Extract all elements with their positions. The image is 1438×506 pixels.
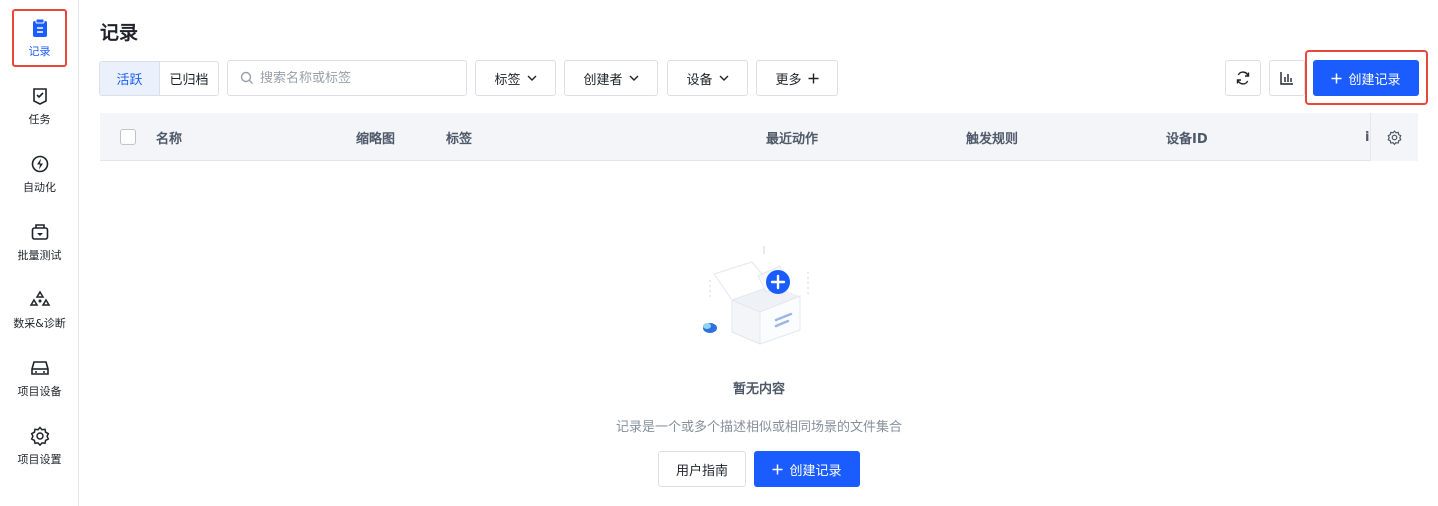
gear-icon	[1387, 129, 1402, 145]
column-header-tags: 标签	[446, 131, 473, 147]
create-record-button[interactable]: 创建记录	[1313, 60, 1419, 96]
more-filters-label: 更多	[775, 72, 802, 88]
sidebar: 记录 任务 自动化 批量测试 数采&诊断 项目设备 项目设置	[0, 0, 79, 506]
table-header: 名称 缩略图 标签 最近动作 触发规则 设备ID i	[100, 113, 1418, 161]
column-header-trigger-rule: 触发规则	[966, 131, 1019, 147]
page-title: 记录	[100, 22, 139, 44]
statistics-button[interactable]	[1269, 60, 1305, 96]
sidebar-item-records[interactable]: 记录	[0, 8, 79, 68]
device-filter-label: 设备	[686, 72, 713, 88]
more-filters-button[interactable]: 更多	[756, 60, 838, 96]
sidebar-item-label: 项目设置	[17, 453, 62, 466]
column-header-thumbnail: 缩略图	[356, 131, 396, 147]
device-icon	[29, 357, 51, 379]
sidebar-item-devices[interactable]: 项目设备	[0, 348, 79, 408]
bar-chart-icon	[1279, 70, 1295, 86]
batch-test-icon	[29, 221, 51, 243]
empty-create-record-label: 创建记录	[789, 463, 842, 479]
refresh-icon	[1235, 70, 1251, 86]
column-header-device-id: 设备ID	[1166, 131, 1208, 147]
chevron-down-icon	[719, 75, 729, 81]
tab-active[interactable]: 活跃	[100, 62, 159, 95]
search-icon	[240, 71, 254, 85]
creator-filter-button[interactable]: 创建者	[564, 60, 658, 96]
plus-icon	[808, 73, 819, 84]
column-header-name[interactable]: 名称	[156, 113, 182, 161]
plus-icon	[1331, 73, 1342, 84]
empty-state-title: 暂无内容	[732, 382, 785, 397]
create-record-label: 创建记录	[1348, 72, 1401, 88]
search-box	[227, 60, 467, 96]
column-header-recent-action[interactable]: 最近动作	[766, 113, 818, 161]
settings-icon	[29, 425, 51, 447]
empty-box-illustration	[700, 240, 816, 352]
record-icon	[29, 17, 51, 39]
select-all-checkbox[interactable]	[120, 129, 136, 145]
automation-icon	[29, 153, 51, 175]
search-input[interactable]	[260, 70, 450, 86]
tags-filter-button[interactable]: 标签	[475, 60, 556, 96]
chevron-down-icon	[629, 75, 639, 81]
user-guide-button[interactable]: 用户指南	[658, 451, 746, 487]
sidebar-item-label: 任务	[28, 113, 51, 126]
sidebar-item-automation[interactable]: 自动化	[0, 144, 79, 204]
plus-icon	[772, 464, 783, 475]
sidebar-item-diagnosis[interactable]: 数采&诊断	[0, 280, 79, 340]
sidebar-item-label: 记录	[28, 45, 51, 58]
refresh-button[interactable]	[1225, 60, 1261, 96]
sidebar-item-label: 数采&诊断	[13, 317, 66, 330]
sidebar-item-batch-test[interactable]: 批量测试	[0, 212, 79, 272]
tab-archived[interactable]: 已归档	[158, 62, 218, 95]
column-settings-button[interactable]	[1370, 113, 1418, 161]
device-filter-button[interactable]: 设备	[667, 60, 748, 96]
tags-filter-label: 标签	[494, 72, 521, 88]
sidebar-item-label: 批量测试	[17, 249, 62, 262]
diagnosis-icon	[29, 289, 51, 311]
chevron-down-icon	[527, 75, 537, 81]
status-tabs: 活跃 已归档	[99, 61, 219, 96]
sidebar-item-tasks[interactable]: 任务	[0, 76, 79, 136]
sidebar-item-label: 自动化	[23, 181, 56, 194]
sidebar-item-label: 项目设备	[17, 385, 62, 398]
sidebar-item-settings[interactable]: 项目设置	[0, 416, 79, 476]
creator-filter-label: 创建者	[583, 72, 623, 88]
task-icon	[29, 85, 51, 107]
empty-state-description: 记录是一个或多个描述相似或相同场景的文件集合	[615, 420, 902, 435]
empty-create-record-button[interactable]: 创建记录	[754, 451, 860, 487]
